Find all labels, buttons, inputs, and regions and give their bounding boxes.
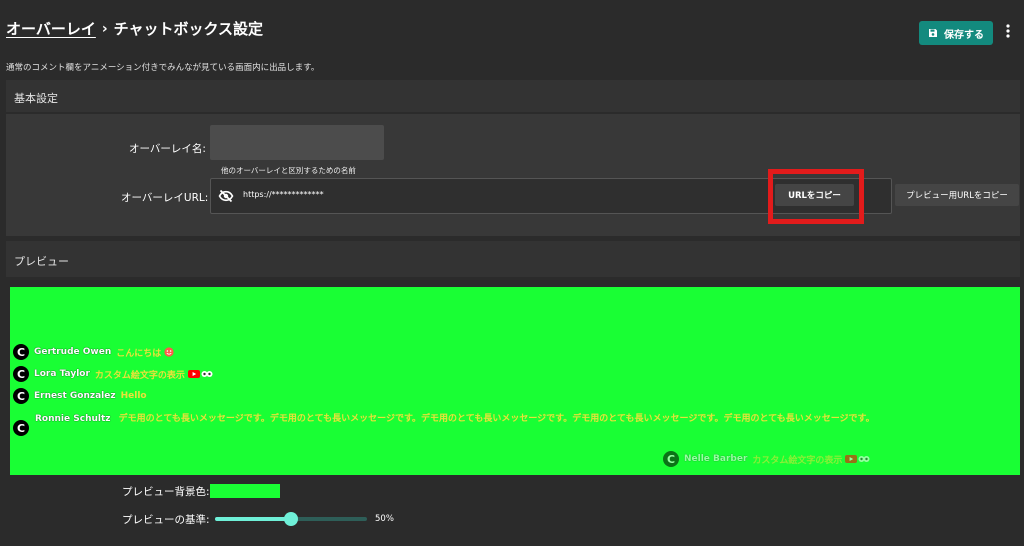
custom-emoji-icon (201, 371, 213, 377)
chat-message-incoming: C Nelle Barber カスタム絵文字の表示 (663, 451, 870, 467)
page-title: チャットボックス設定 (113, 20, 264, 38)
page-header: オーバーレイ › チャットボックス設定 保存する (0, 0, 1024, 58)
chat-author: Gertrude Owen (34, 347, 112, 357)
breadcrumb-overlay-link[interactable]: オーバーレイ (6, 18, 96, 39)
chat-text: Hello (120, 391, 147, 401)
page-description: 通常のコメント欄をアニメーション付きでみんなが見ている画面内に出品します。 (6, 63, 320, 73)
basic-settings-panel (6, 114, 1020, 236)
more-options-button[interactable] (1001, 20, 1015, 42)
overlay-url-label: オーバーレイURL: (121, 192, 209, 204)
overlay-url-value: https://************* (243, 190, 324, 199)
chat-text: カスタム絵文字の表示 (752, 455, 843, 466)
custom-emoji-icon (858, 456, 870, 462)
chat-text: こんにちは (116, 348, 162, 359)
save-button[interactable]: 保存する (919, 21, 993, 45)
overlay-name-hint: 他のオーバーレイと区別するための名前 (221, 166, 356, 175)
breadcrumb-separator: › (101, 20, 108, 37)
avatar: C (13, 420, 29, 436)
preview-bg-color-swatch[interactable] (210, 484, 280, 498)
eye-off-icon (218, 189, 234, 203)
youtube-icon (187, 370, 200, 378)
preview-scale-label: プレビューの基準: (122, 514, 210, 526)
chat-message-avatar-row: C (13, 420, 29, 436)
preview-title: プレビュー (14, 255, 69, 268)
avatar: C (13, 366, 29, 382)
chat-text: カスタム絵文字の表示 (94, 370, 185, 381)
breadcrumb: オーバーレイ › チャットボックス設定 (6, 18, 263, 39)
chat-author: Nelle Barber (684, 454, 748, 464)
basic-settings-header: 基本設定 (6, 80, 1020, 112)
avatar: C (663, 451, 679, 467)
youtube-icon (845, 455, 858, 463)
chat-message: C Lora Taylor カスタム絵文字の表示 (13, 366, 213, 382)
preview-scale-value: 50% (375, 514, 394, 524)
chat-author: Ronnie Schultz (35, 414, 111, 424)
save-button-label: 保存する (944, 29, 984, 41)
chat-message: C Ernest Gonzalez Hello (13, 388, 147, 404)
highlight-annotation (768, 169, 864, 224)
copy-preview-url-button[interactable]: プレビュー用URLをコピー (895, 184, 1019, 206)
chat-author: Ernest Gonzalez (34, 391, 116, 401)
slider-fill (215, 517, 291, 521)
chat-text: デモ用のとても長いメッセージです。デモ用のとても長いメッセージです。デモ用のとて… (118, 414, 875, 424)
preview-bg-color-label: プレビュー背景色: (122, 486, 210, 498)
toggle-url-visibility-button[interactable] (218, 188, 234, 204)
basic-settings-title: 基本設定 (14, 92, 58, 105)
avatar: C (13, 344, 29, 360)
overlay-name-label: オーバーレイ名: (129, 143, 206, 155)
vertical-dots-icon (1006, 24, 1010, 38)
chat-message: C Gertrude Owen こんにちは (13, 344, 174, 360)
avatar: C (13, 388, 29, 404)
chat-message-long: Ronnie Schultz デモ用のとても長いメッセージです。デモ用のとても長… (35, 413, 1015, 425)
floppy-disk-icon (929, 29, 937, 37)
chat-author: Lora Taylor (34, 369, 90, 379)
slider-thumb[interactable] (284, 512, 298, 526)
smiley-icon (164, 347, 174, 357)
overlay-name-input[interactable] (210, 125, 384, 160)
preview-area: C Gertrude Owen こんにちは C Lora Taylor カスタム… (10, 287, 1020, 475)
preview-header: プレビュー (6, 241, 1020, 277)
